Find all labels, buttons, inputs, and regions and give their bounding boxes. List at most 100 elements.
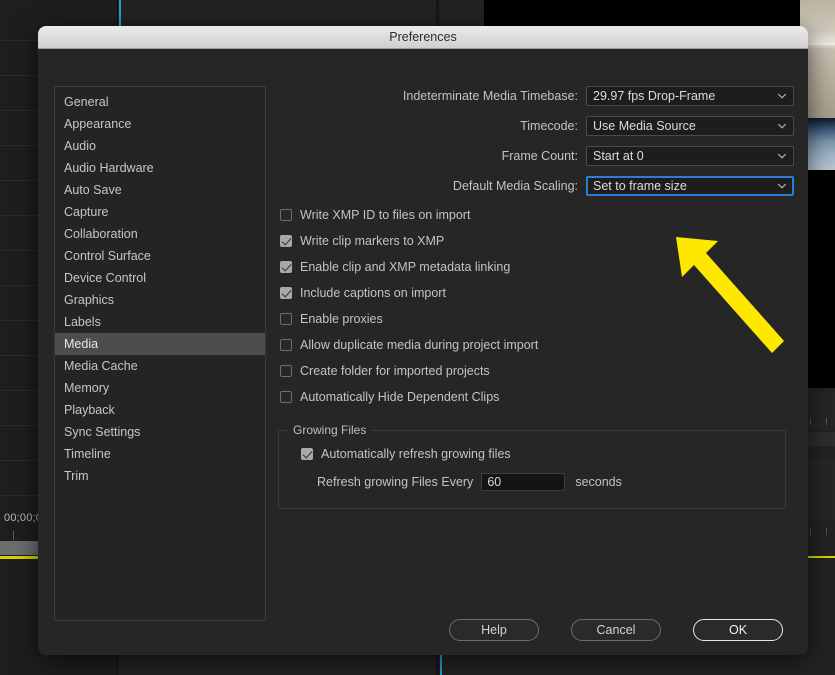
sidebar-item-label: Collaboration	[64, 227, 138, 241]
help-button[interactable]: Help	[449, 619, 539, 641]
field-row: Indeterminate Media Timebase: 29.97 fps D…	[278, 86, 794, 106]
media-preferences-pane: Indeterminate Media Timebase: 29.97 fps D…	[278, 86, 794, 414]
sidebar-item-general[interactable]: General	[55, 91, 265, 113]
sidebar-item-collaboration[interactable]: Collaboration	[55, 223, 265, 245]
sidebar-item-audio[interactable]: Audio	[55, 135, 265, 157]
sidebar-item-label: Audio Hardware	[64, 161, 154, 175]
sidebar-item-media-cache[interactable]: Media Cache	[55, 355, 265, 377]
preferences-dialog: Preferences General Appearance Audio Audio …	[38, 26, 808, 655]
checkbox-label: Create folder for imported projects	[300, 364, 490, 378]
sidebar-item-label: Appearance	[64, 117, 132, 131]
auto-refresh-growing-files-row[interactable]: Automatically refresh growing files	[299, 445, 785, 463]
dropdown-value: Use Media Source	[593, 119, 696, 133]
checkbox-row-create-folder-for-imported-projects[interactable]: Create folder for imported projects	[278, 362, 794, 380]
checkbox-enable-clip-and-xmp-metadata-linking[interactable]	[280, 261, 292, 273]
dropdown-value: Set to frame size	[593, 179, 687, 193]
field-row: Timecode: Use Media Source	[278, 116, 794, 136]
dropdown-value: Start at 0	[593, 149, 644, 163]
checkbox-write-xmp-id-to-files-on-import[interactable]	[280, 209, 292, 221]
sidebar-item-graphics[interactable]: Graphics	[55, 289, 265, 311]
media-checkbox-group: Write XMP ID to files on import Write cli…	[278, 206, 794, 406]
sidebar-item-label: Media	[64, 337, 99, 351]
sidebar-item-audio-hardware[interactable]: Audio Hardware	[55, 157, 265, 179]
dropdown-indeterminate-media-timebase[interactable]: 29.97 fps Drop-Frame	[586, 86, 794, 106]
dropdown-default-media-scaling[interactable]: Set to frame size	[586, 176, 794, 196]
sidebar-item-label: Sync Settings	[64, 425, 141, 439]
sidebar-item-appearance[interactable]: Appearance	[55, 113, 265, 135]
sidebar-item-capture[interactable]: Capture	[55, 201, 265, 223]
dropdown-timecode[interactable]: Use Media Source	[586, 116, 794, 136]
sidebar-item-memory[interactable]: Memory	[55, 377, 265, 399]
sidebar-item-playback[interactable]: Playback	[55, 399, 265, 421]
sidebar-item-label: Media Cache	[64, 359, 138, 373]
auto-refresh-growing-files-label: Automatically refresh growing files	[321, 447, 511, 461]
refresh-interval-label: Refresh growing Files Every	[317, 475, 474, 489]
chevron-down-icon	[777, 151, 787, 161]
sidebar-item-label: Memory	[64, 381, 110, 395]
dropdown-frame-count[interactable]: Start at 0	[586, 146, 794, 166]
background-playhead	[119, 0, 121, 26]
refresh-interval-unit: seconds	[575, 475, 622, 489]
sidebar-item-media[interactable]: Media	[55, 333, 265, 355]
sidebar-item-label: Labels	[64, 315, 101, 329]
checkbox-label: Write clip markers to XMP	[300, 234, 445, 248]
dropdown-label: Frame Count:	[501, 149, 578, 163]
checkbox-create-folder-for-imported-projects[interactable]	[280, 365, 292, 377]
sidebar-item-label: Auto Save	[64, 183, 122, 197]
sidebar-item-label: Device Control	[64, 271, 146, 285]
sidebar-item-label: Trim	[64, 469, 89, 483]
checkbox-label: Enable clip and XMP metadata linking	[300, 260, 511, 274]
checkbox-row-automatically-hide-dependent-clips[interactable]: Automatically Hide Dependent Clips	[278, 388, 794, 406]
checkbox-enable-proxies[interactable]	[280, 313, 292, 325]
chevron-down-icon	[777, 181, 787, 191]
sidebar-item-timeline[interactable]: Timeline	[55, 443, 265, 465]
ok-button[interactable]: OK	[693, 619, 783, 641]
growing-files-group: Growing Files Automatically refresh grow…	[278, 423, 786, 509]
sidebar-item-device-control[interactable]: Device Control	[55, 267, 265, 289]
field-row: Default Media Scaling: Set to frame size	[278, 176, 794, 196]
media-dropdown-group: Indeterminate Media Timebase: 29.97 fps D…	[278, 86, 794, 196]
dialog-button-bar: Help Cancel OK	[38, 619, 808, 641]
checkbox-write-clip-markers-to-xmp[interactable]	[280, 235, 292, 247]
sidebar-item-label: General	[64, 95, 109, 109]
dropdown-label: Default Media Scaling:	[452, 179, 578, 193]
sidebar-item-label: Control Surface	[64, 249, 151, 263]
sidebar-item-label: Timeline	[64, 447, 111, 461]
dropdown-value: 29.97 fps Drop-Frame	[593, 89, 716, 103]
dialog-body: General Appearance Audio Audio Hardware Auto…	[38, 49, 808, 655]
sidebar-item-label: Capture	[64, 205, 109, 219]
auto-refresh-growing-files-checkbox[interactable]	[301, 448, 313, 460]
checkbox-automatically-hide-dependent-clips[interactable]	[280, 391, 292, 403]
chevron-down-icon	[777, 91, 787, 101]
sidebar-item-label: Graphics	[64, 293, 115, 307]
sidebar-item-label: Playback	[64, 403, 115, 417]
checkbox-include-captions-on-import[interactable]	[280, 287, 292, 299]
sidebar-item-sync-settings[interactable]: Sync Settings	[55, 421, 265, 443]
refresh-interval-input[interactable]	[481, 473, 566, 491]
checkbox-row-enable-clip-and-xmp-metadata-linking[interactable]: Enable clip and XMP metadata linking	[278, 258, 794, 276]
dialog-titlebar: Preferences	[38, 26, 808, 49]
dropdown-label: Timecode:	[520, 119, 578, 133]
checkbox-label: Enable proxies	[300, 312, 383, 326]
dropdown-label: Indeterminate Media Timebase:	[402, 89, 578, 103]
checkbox-label: Automatically Hide Dependent Clips	[300, 390, 500, 404]
checkbox-label: Include captions on import	[300, 286, 446, 300]
checkbox-label: Write XMP ID to files on import	[300, 208, 471, 222]
preferences-category-list[interactable]: General Appearance Audio Audio Hardware Auto…	[54, 86, 266, 621]
checkbox-row-include-captions-on-import[interactable]: Include captions on import	[278, 284, 794, 302]
chevron-down-icon	[777, 121, 787, 131]
cancel-button[interactable]: Cancel	[571, 619, 661, 641]
checkbox-row-enable-proxies[interactable]: Enable proxies	[278, 310, 794, 328]
checkbox-row-write-clip-markers-to-xmp[interactable]: Write clip markers to XMP	[278, 232, 794, 250]
sidebar-item-label: Audio	[64, 139, 96, 153]
checkbox-allow-duplicate-media-during-project-import[interactable]	[280, 339, 292, 351]
sidebar-item-auto-save[interactable]: Auto Save	[55, 179, 265, 201]
sidebar-item-control-surface[interactable]: Control Surface	[55, 245, 265, 267]
refresh-interval-row: Refresh growing Files Every seconds	[317, 473, 785, 491]
sidebar-item-trim[interactable]: Trim	[55, 465, 265, 487]
sidebar-item-labels[interactable]: Labels	[55, 311, 265, 333]
checkbox-label: Allow duplicate media during project imp…	[300, 338, 539, 352]
background-playhead-bottom	[440, 655, 442, 675]
checkbox-row-write-xmp-id-to-files-on-import[interactable]: Write XMP ID to files on import	[278, 206, 794, 224]
checkbox-row-allow-duplicate-media-during-project-import[interactable]: Allow duplicate media during project imp…	[278, 336, 794, 354]
